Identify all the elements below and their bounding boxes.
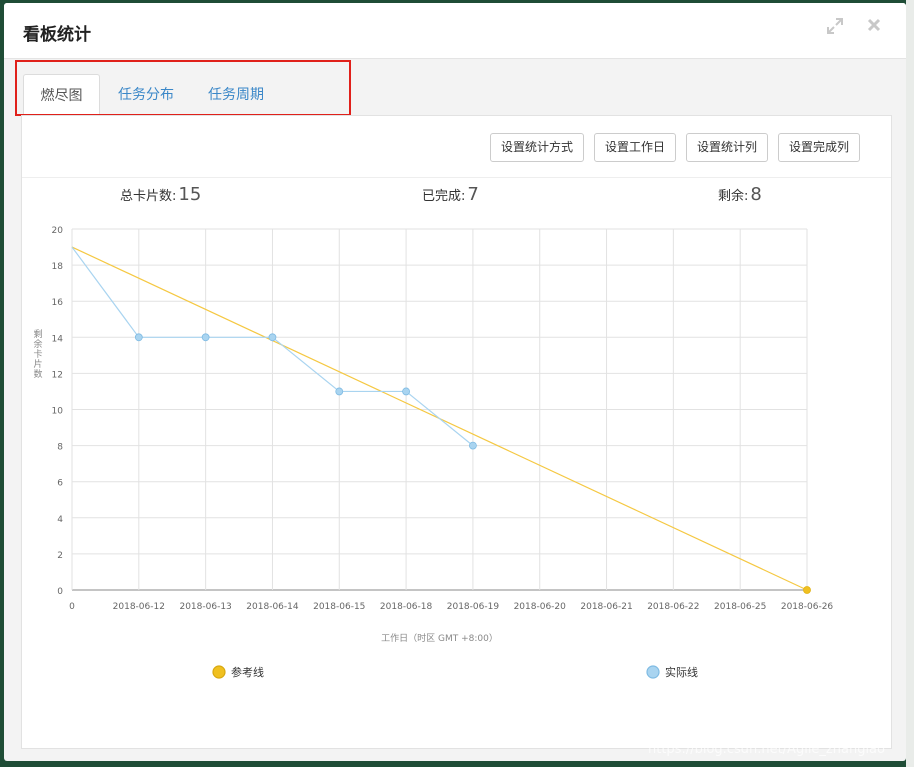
data-point xyxy=(134,333,143,342)
data-point xyxy=(201,333,210,342)
set-stat-method-button[interactable]: 设置统计方式 xyxy=(490,133,585,162)
set-done-column-button[interactable]: 设置完成列 xyxy=(778,133,861,162)
burndown-chart: 0 2 4 6 8 10 12 14 16 18 20 0 2018-06-12 2018-06-13 20… xyxy=(33,226,834,679)
expand-icon[interactable] xyxy=(824,17,846,39)
close-icon[interactable] xyxy=(863,17,885,39)
y-tick-label: 8 xyxy=(57,443,63,453)
x-tick-label: 2018-06-13 xyxy=(179,602,231,612)
y-tick-label: 16 xyxy=(52,298,64,308)
x-tick-label: 2018-06-25 xyxy=(714,602,766,612)
y-axis-label-char: 剩 xyxy=(33,328,42,340)
data-point xyxy=(469,441,477,450)
legend-marker xyxy=(646,665,660,679)
expand-icon-glyph xyxy=(827,18,843,34)
board-statistics-modal: 看板统计 燃尽图 任务分布 任务周期 设置统计方式 设置工作日 设置统计列 设置… xyxy=(4,3,906,761)
set-workday-button[interactable]: 设置工作日 xyxy=(594,133,677,162)
watermark: https://blog.csdn.net/Agile_zhangiao xyxy=(648,742,885,757)
y-axis-label-char: 数 xyxy=(33,368,42,380)
x-tick-label: 2018-06-19 xyxy=(447,602,500,612)
data-point xyxy=(402,387,410,396)
set-stat-column-button[interactable]: 设置统计列 xyxy=(686,133,769,162)
legend-marker xyxy=(212,665,226,679)
tab-task-distribution[interactable]: 任务分布 xyxy=(107,74,185,116)
x-tick-label: 2018-06-21 xyxy=(580,602,632,612)
x-tick-label: 2018-06-15 xyxy=(313,602,365,612)
burndown-panel: 设置统计方式 设置工作日 设置统计列 设置完成列 总卡片数: 15 已完成: 7 剩… xyxy=(21,115,892,749)
x-tick-label: 2018-06-22 xyxy=(647,602,699,612)
y-tick-label: 18 xyxy=(52,262,64,272)
x-tick-label: 2018-06-20 xyxy=(514,602,567,612)
tab-bar: 燃尽图 任务分布 任务周期 xyxy=(18,74,892,116)
x-tick-label: 2018-06-18 xyxy=(380,602,433,612)
modal-title: 看板统计 xyxy=(23,25,91,45)
x-tick-label: 2018-06-26 xyxy=(781,602,834,612)
legend-label: 参考线 xyxy=(231,665,264,679)
y-axis-label-char: 卡 xyxy=(33,348,42,360)
x-axis-label: 工作日（时区 GMT +8:00） xyxy=(381,632,498,644)
x-tick-label: 2018-06-14 xyxy=(246,602,299,612)
close-icon-glyph xyxy=(867,18,881,32)
legend-label: 实际线 xyxy=(665,665,698,679)
x-tick-label: 0 xyxy=(69,602,75,612)
data-point xyxy=(803,586,811,594)
y-tick-label: 14 xyxy=(52,334,64,344)
modal-header: 看板统计 xyxy=(4,3,906,59)
y-axis-label-char: 余 xyxy=(33,338,42,350)
x-tick-label: 2018-06-12 xyxy=(113,602,165,612)
background-strip xyxy=(906,0,914,767)
y-tick-label: 10 xyxy=(52,407,64,417)
toolbar: 设置统计方式 设置工作日 设置统计列 设置完成列 xyxy=(22,116,891,178)
y-tick-label: 12 xyxy=(52,370,63,380)
y-tick-label: 20 xyxy=(52,226,64,236)
y-tick-label: 2 xyxy=(57,551,63,561)
y-tick-label: 0 xyxy=(57,587,63,597)
tab-burndown[interactable]: 燃尽图 xyxy=(23,74,100,116)
y-tick-label: 6 xyxy=(57,479,63,489)
y-tick-label: 4 xyxy=(57,515,63,525)
tab-task-cycle[interactable]: 任务周期 xyxy=(197,74,275,116)
data-point xyxy=(268,333,277,342)
data-point xyxy=(335,387,344,396)
y-axis-label-char: 片 xyxy=(33,358,42,370)
